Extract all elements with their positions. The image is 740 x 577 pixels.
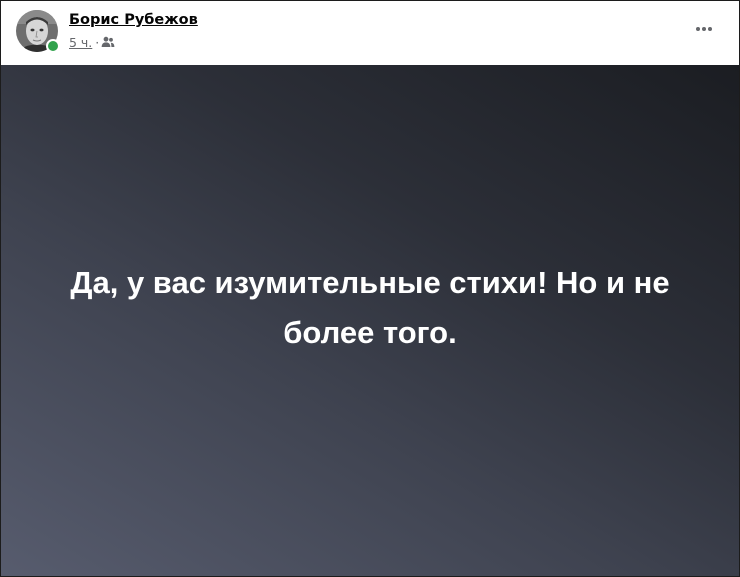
author-avatar[interactable]: [16, 10, 60, 53]
post-background: Да, у вас изумительные стихи! Но и не бо…: [1, 65, 739, 576]
post-card: Борис Рубежов 5 ч. · Да, у вас изумитель…: [0, 0, 740, 577]
more-options-button[interactable]: [689, 17, 719, 41]
friends-icon[interactable]: [101, 36, 115, 48]
post-timestamp[interactable]: 5 ч.: [69, 35, 92, 50]
more-options-icon: [696, 27, 712, 31]
post-meta: 5 ч. ·: [69, 34, 115, 50]
meta-separator: ·: [95, 34, 100, 50]
post-header: Борис Рубежов 5 ч. ·: [1, 1, 739, 65]
online-status-dot: [46, 39, 60, 53]
post-text: Да, у вас изумительные стихи! Но и не бо…: [70, 264, 670, 350]
author-name-link[interactable]: Борис Рубежов: [69, 12, 198, 28]
